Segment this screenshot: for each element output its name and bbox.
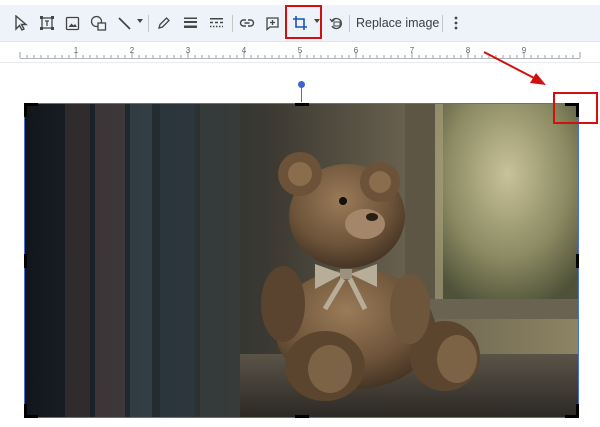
crop-tool-highlight <box>285 5 322 39</box>
ruler-number: 9 <box>521 46 527 55</box>
top-right-handle-highlight <box>553 92 598 124</box>
ruler-number: 4 <box>241 46 247 55</box>
shape-icon[interactable] <box>86 11 110 35</box>
canvas-top-edge <box>0 62 600 63</box>
rotation-handle[interactable] <box>298 81 305 88</box>
replace-image-button[interactable]: Replace image <box>356 11 439 35</box>
border-weight-icon[interactable] <box>179 11 201 35</box>
reset-image-icon[interactable] <box>326 11 346 35</box>
ruler-number: 1 <box>73 46 79 55</box>
selected-image[interactable] <box>24 103 579 418</box>
crop-handle-top[interactable] <box>295 103 309 106</box>
toolbar-separator <box>148 15 149 32</box>
ruler-number: 7 <box>409 46 415 55</box>
crop-handle-top-left[interactable] <box>24 103 27 117</box>
rotation-handle-line <box>301 86 302 102</box>
line-dropdown-chevron-icon[interactable] <box>137 19 143 23</box>
ruler-number: 6 <box>353 46 359 55</box>
ruler-number: 8 <box>465 46 471 55</box>
text-box-icon[interactable] <box>35 11 59 35</box>
toolbar-separator <box>349 15 350 32</box>
add-comment-icon[interactable] <box>261 11 283 35</box>
pencil-icon[interactable] <box>154 11 174 35</box>
ruler-number: 5 <box>297 46 303 55</box>
crop-handle-bottom-left[interactable] <box>24 404 27 418</box>
line-icon[interactable] <box>114 11 134 35</box>
crop-handle-bottom-right[interactable] <box>576 404 579 418</box>
cursor-icon[interactable] <box>10 11 32 35</box>
crop-handle-right[interactable] <box>576 254 579 268</box>
toolbar-separator <box>442 15 443 32</box>
horizontal-ruler: 1 2 3 4 5 6 7 8 9 <box>0 46 600 60</box>
more-options-icon[interactable] <box>448 11 464 35</box>
crop-handle-left[interactable] <box>24 254 27 268</box>
ruler-number: 3 <box>185 46 191 55</box>
toolbar-separator <box>232 15 233 32</box>
border-dash-icon[interactable] <box>205 11 227 35</box>
crop-handle-bottom[interactable] <box>295 415 309 418</box>
link-icon[interactable] <box>236 11 258 35</box>
image-icon[interactable] <box>61 11 83 35</box>
ruler-number: 2 <box>129 46 135 55</box>
